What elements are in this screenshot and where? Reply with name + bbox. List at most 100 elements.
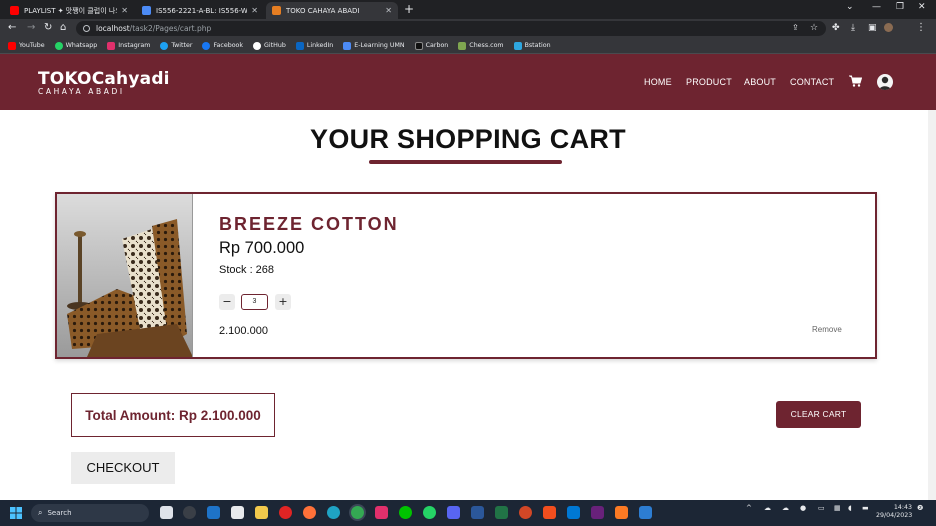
file-explorer-icon[interactable] <box>255 506 268 519</box>
microphone-icon[interactable]: ● <box>800 504 806 512</box>
line-icon[interactable] <box>399 506 412 519</box>
nav-about[interactable]: ABOUT <box>744 77 776 87</box>
sidepanel-icon[interactable]: ▣ <box>868 22 877 34</box>
scrollbar[interactable] <box>928 110 936 500</box>
nav-product[interactable]: PRODUCT <box>686 77 732 87</box>
word-icon[interactable] <box>471 506 484 519</box>
star-icon[interactable]: ☆ <box>810 22 818 34</box>
bookmark-label: Carbon <box>425 42 449 49</box>
visual-studio-icon[interactable] <box>591 506 604 519</box>
volume-icon[interactable]: ◖ <box>848 504 852 512</box>
bookmark-instagram[interactable]: Instagram <box>107 41 151 50</box>
brand-name: TOKOCahyadi <box>38 69 170 89</box>
chess-icon <box>458 41 467 50</box>
bookmark-label: Instagram <box>118 42 151 49</box>
tab-title: PLAYLIST ✦ 맛쨍이 클럽이 나오 <box>24 6 118 15</box>
remove-item-button[interactable]: Remove <box>812 325 842 334</box>
reload-icon[interactable]: ↻ <box>44 22 52 34</box>
bookmark-linkedin[interactable]: LinkedIn <box>295 41 333 50</box>
instagram-icon[interactable] <box>375 506 388 519</box>
keyboard-icon[interactable]: ▭ <box>818 504 825 512</box>
bookmark-label: Facebook <box>213 42 244 49</box>
notification-icon[interactable]: ❷ <box>917 504 923 512</box>
close-window-icon[interactable]: ✕ <box>918 2 926 12</box>
bookmark-facebook[interactable]: Facebook <box>202 41 244 50</box>
app-icon[interactable] <box>639 506 652 519</box>
menu-icon[interactable]: ⋮ <box>916 22 926 34</box>
defender-icon[interactable] <box>207 506 220 519</box>
taskbar-search[interactable]: ⌕ Search <box>31 504 149 522</box>
bookmark-chess[interactable]: Chess.com <box>458 41 504 50</box>
windows-start-icon[interactable] <box>10 507 22 519</box>
total-amount: Total Amount: Rp 2.100.000 <box>71 393 275 437</box>
facebook-icon <box>202 41 211 50</box>
close-icon[interactable]: ✕ <box>121 6 128 15</box>
brand-logo[interactable]: TOKOCahyadi CAHAYA ABADI <box>38 70 170 96</box>
home-icon[interactable]: ⌂ <box>60 22 66 34</box>
checkout-button[interactable]: CHECKOUT <box>71 452 175 484</box>
page-title: YOUR SHOPPING CART <box>310 124 626 154</box>
new-tab-button[interactable]: + <box>404 3 414 15</box>
close-icon[interactable]: ✕ <box>385 6 392 15</box>
info-icon[interactable] <box>83 25 90 32</box>
elearning-icon <box>142 6 151 15</box>
back-icon[interactable]: ← <box>8 22 16 34</box>
clear-cart-button[interactable]: CLEAR CART <box>776 401 861 428</box>
chrome-icon[interactable] <box>351 506 364 519</box>
forward-icon[interactable]: → <box>27 22 35 34</box>
extensions-icon[interactable]: ✤ <box>832 22 840 34</box>
user-avatar[interactable] <box>877 74 893 90</box>
windows-taskbar: ⌕ Search ^ ☁ ☁ ● ▭ ▦ ◖ ▬ 14:43 29/04/202… <box>0 500 936 526</box>
whatsapp-icon[interactable] <box>423 506 436 519</box>
bookmarks-bar: YouTube Whatsapp Instagram Twitter Faceb… <box>0 38 936 54</box>
weather-icon[interactable]: ☁ <box>764 504 771 512</box>
bookmark-whatsapp[interactable]: Whatsapp <box>54 41 97 50</box>
network-icon[interactable]: ▦ <box>834 504 841 512</box>
minimize-icon[interactable]: — <box>872 2 881 12</box>
elearning-icon <box>343 41 352 50</box>
bookmark-elearning[interactable]: E-Learning UMN <box>343 41 405 50</box>
xampp-icon[interactable] <box>615 506 628 519</box>
tab-title: TOKO CAHAYA ABADI <box>286 6 360 15</box>
download-icon[interactable]: ⤓ <box>851 22 855 34</box>
excel-icon[interactable] <box>495 506 508 519</box>
vscode-icon[interactable] <box>567 506 580 519</box>
bookmark-bstation[interactable]: Bstation <box>513 41 551 50</box>
nav-home[interactable]: HOME <box>644 77 672 87</box>
task-view-icon[interactable] <box>160 506 173 519</box>
quantity-decrease-button[interactable]: − <box>219 294 235 310</box>
figma-icon[interactable] <box>543 506 556 519</box>
share-icon[interactable]: ⇪ <box>792 22 799 34</box>
carbon-icon <box>414 41 423 50</box>
cart-icon[interactable] <box>849 75 862 87</box>
address-bar[interactable]: localhost/task2/Pages/cart.php <box>76 21 826 36</box>
onedrive-icon[interactable]: ☁ <box>782 504 789 512</box>
url-path: /task2/Pages/cart.php <box>129 24 212 33</box>
tab-title: IS556-2221-A-BL: IS556-Web De <box>156 6 248 15</box>
bookmark-carbon[interactable]: Carbon <box>414 41 449 50</box>
maximize-icon[interactable]: ❐ <box>896 2 904 12</box>
browser-tab-playlist[interactable]: PLAYLIST ✦ 맛쨍이 클럽이 나오 ✕ <box>4 2 134 19</box>
store-icon[interactable] <box>231 506 244 519</box>
browser-tab-elearning[interactable]: IS556-2221-A-BL: IS556-Web De ✕ <box>136 2 264 19</box>
copilot-icon[interactable] <box>183 506 196 519</box>
bookmark-twitter[interactable]: Twitter <box>160 41 192 50</box>
browser-tab-toko[interactable]: TOKO CAHAYA ABADI ✕ <box>266 2 398 19</box>
powerpoint-icon[interactable] <box>519 506 532 519</box>
opera-icon[interactable] <box>279 506 292 519</box>
discord-icon[interactable] <box>447 506 460 519</box>
bookmark-github[interactable]: GitHub <box>253 41 286 50</box>
cart-item-card: BREEZE COTTON Rp 700.000 Stock : 268 − 3… <box>55 192 877 359</box>
quantity-increase-button[interactable]: + <box>275 294 291 310</box>
edge-icon[interactable] <box>327 506 340 519</box>
bookmark-youtube[interactable]: YouTube <box>8 41 45 50</box>
quantity-input[interactable]: 3 <box>241 294 268 310</box>
chevron-up-icon[interactable]: ^ <box>746 504 752 512</box>
taskbar-clock[interactable]: 14:43 29/04/2023 <box>876 504 912 520</box>
firefox-icon[interactable] <box>303 506 316 519</box>
close-icon[interactable]: ✕ <box>251 6 258 15</box>
nav-contact[interactable]: CONTACT <box>790 77 834 87</box>
profile-avatar[interactable] <box>884 23 893 32</box>
chevron-down-icon[interactable]: ⌄ <box>846 2 854 12</box>
battery-icon[interactable]: ▬ <box>862 504 869 512</box>
